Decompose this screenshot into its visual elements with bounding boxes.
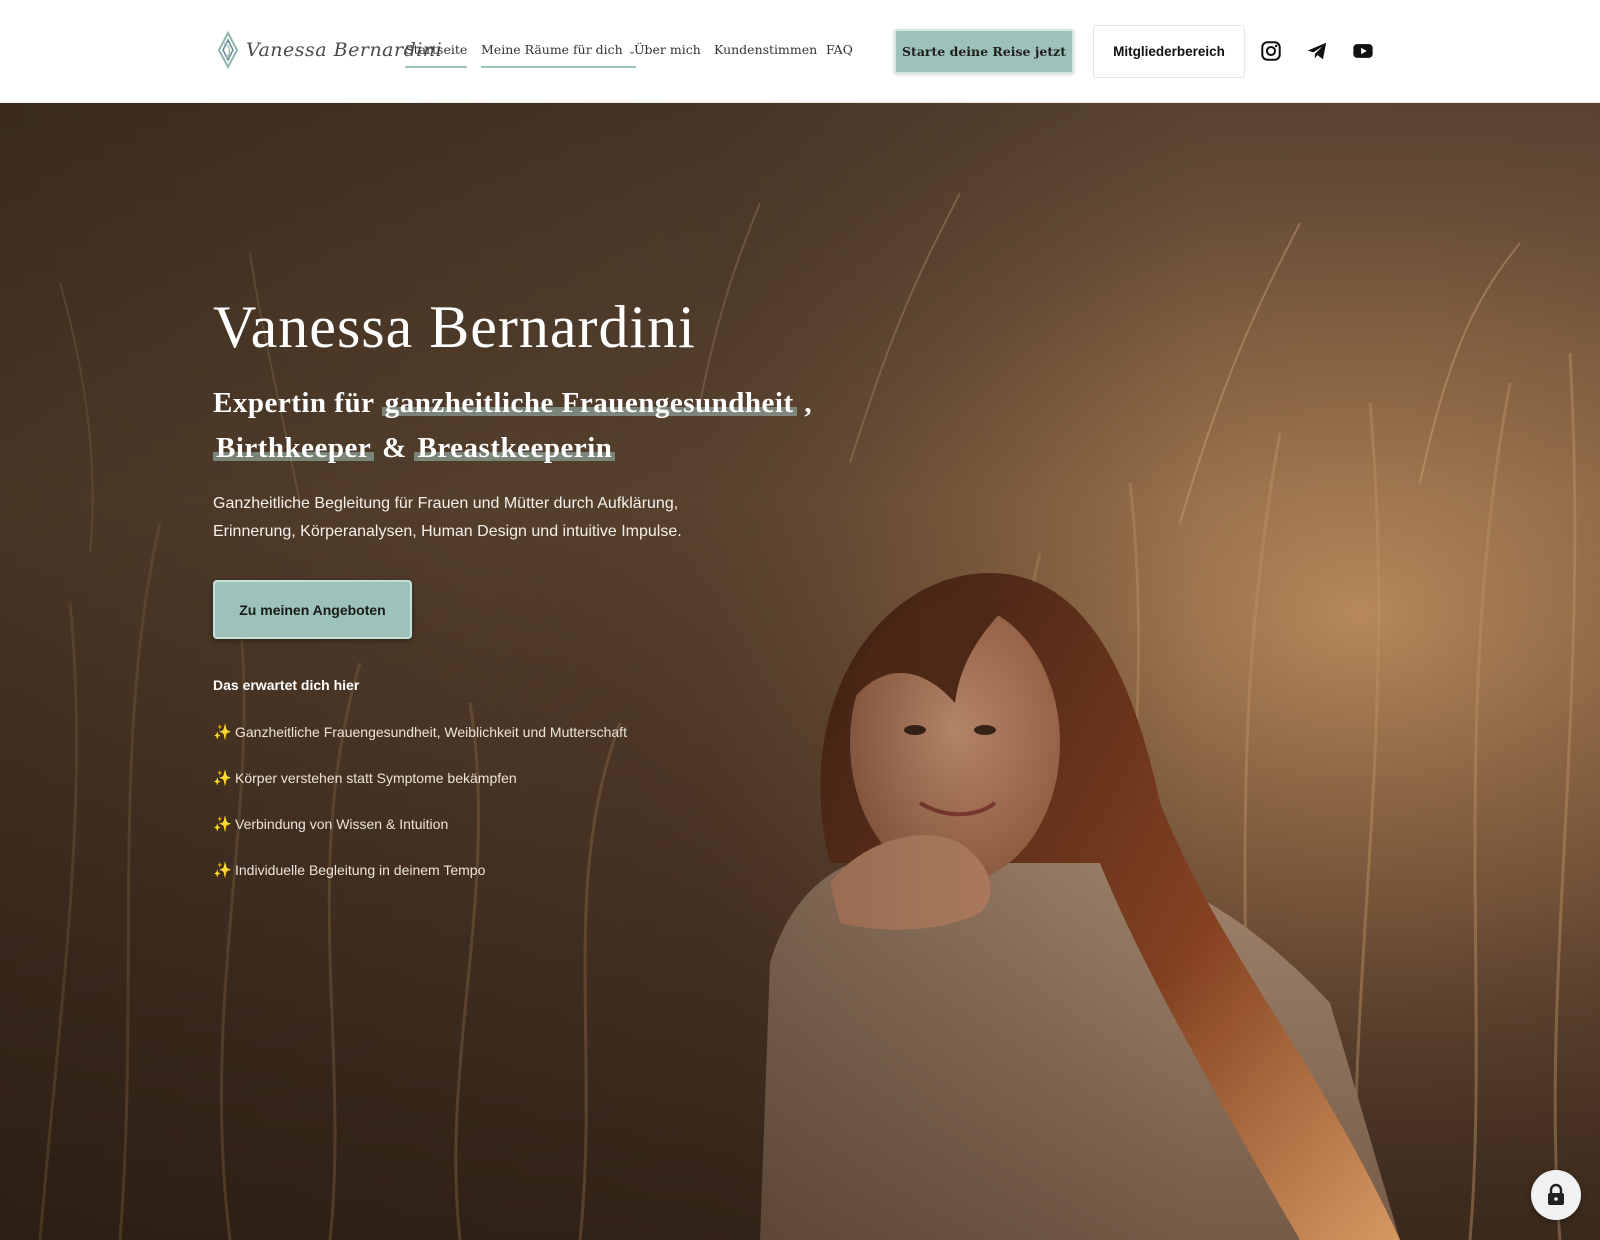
nav-startseite[interactable]: Startseite — [405, 42, 468, 68]
lock-button[interactable] — [1531, 1170, 1581, 1220]
subtitle-highlight-birthkeeper: Birthkeeper — [213, 432, 375, 464]
expect-heading: Das erwartet dich hier — [213, 677, 360, 693]
sparkle-icon: ✨ — [213, 770, 232, 787]
list-item: ✨ Körper verstehen statt Symptome bekämp… — [213, 755, 627, 801]
list-item-text: Körper verstehen statt Symptome bekämpfe… — [235, 770, 517, 786]
nav-label: Kundenstimmen — [714, 42, 818, 57]
subtitle-ampersand: & — [382, 432, 407, 464]
nav-ueber-mich[interactable]: Über mich — [634, 42, 701, 57]
members-area-button[interactable]: Mitgliederbereich — [1093, 25, 1245, 78]
subtitle-highlight-breastkeeperin: Breastkeeperin — [414, 432, 616, 464]
hero-subtitle: Expertin für ganzheitliche Frauengesundh… — [213, 381, 853, 471]
hero-description: Ganzheitliche Begleitung für Frauen und … — [213, 495, 682, 540]
nav-active-underline — [405, 66, 468, 68]
sparkle-icon: ✨ — [213, 862, 232, 879]
list-item: ✨ Ganzheitliche Frauengesundheit, Weibli… — [213, 709, 627, 755]
list-item-text: Ganzheitliche Frauengesundheit, Weiblich… — [235, 724, 627, 740]
youtube-icon — [1353, 44, 1373, 58]
logo-mark-icon — [217, 31, 239, 69]
instagram-icon — [1261, 41, 1281, 61]
nav-meine-raeume[interactable]: Meine Räume für dich ⌄ — [481, 42, 637, 68]
nav-faq[interactable]: FAQ — [826, 42, 853, 57]
subtitle-prefix: Expertin für — [213, 387, 374, 419]
list-item: ✨ Verbindung von Wissen & Intuition — [213, 801, 627, 847]
nav-active-underline — [481, 66, 637, 68]
nav-label: Startseite — [405, 42, 468, 57]
nav-kundenstimmen[interactable]: Kundenstimmen — [714, 42, 817, 57]
start-journey-button[interactable]: Starte deine Reise jetzt — [894, 29, 1074, 74]
offers-button[interactable]: Zu meinen Angeboten — [213, 580, 412, 639]
list-item: ✨ Individuelle Begleitung in deinem Temp… — [213, 847, 627, 893]
sparkle-icon: ✨ — [213, 816, 232, 833]
sparkle-icon: ✨ — [213, 724, 232, 741]
telegram-icon — [1307, 42, 1327, 60]
list-item-text: Individuelle Begleitung in deinem Tempo — [235, 862, 486, 878]
nav-label: FAQ — [826, 42, 853, 57]
list-item-text: Verbindung von Wissen & Intuition — [235, 816, 449, 832]
lock-icon — [1548, 1183, 1564, 1205]
hero-section: Vanessa Bernardini Expertin für ganzheit… — [0, 103, 1600, 1240]
site-header: Vanessa Bernardini Startseite Meine Räum… — [0, 0, 1600, 103]
subtitle-separator: , — [804, 387, 813, 419]
subtitle-highlight-frauengesundheit: ganzheitliche Frauengesundheit — [381, 387, 797, 419]
nav-label: Meine Räume für dich — [481, 42, 623, 57]
hero-title: Vanessa Bernardini — [213, 294, 696, 360]
expect-list: ✨ Ganzheitliche Frauengesundheit, Weibli… — [213, 709, 627, 893]
nav-label: Über mich — [634, 42, 701, 57]
hero-overlay — [0, 103, 1600, 1240]
instagram-link[interactable] — [1260, 40, 1282, 62]
youtube-link[interactable] — [1352, 40, 1374, 62]
telegram-link[interactable] — [1306, 40, 1328, 62]
